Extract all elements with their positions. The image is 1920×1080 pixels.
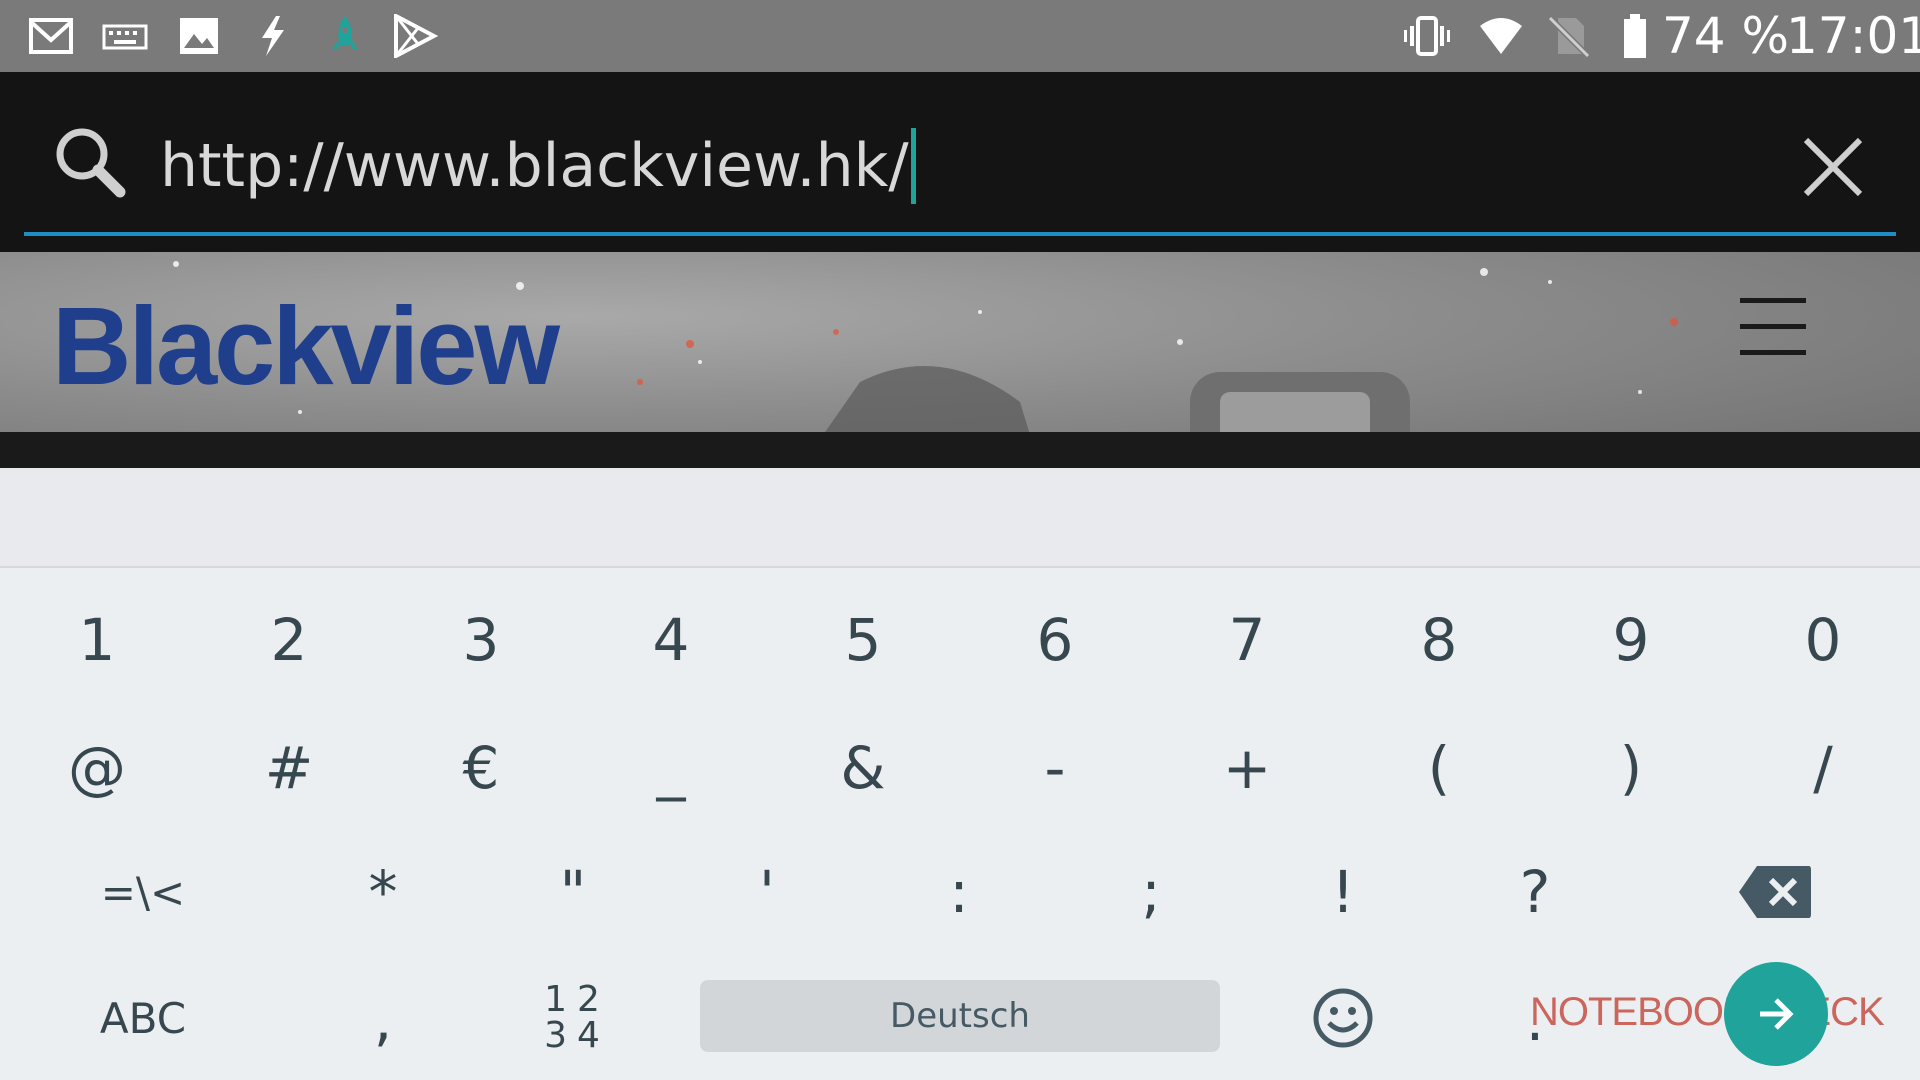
abc-key[interactable]: ABC bbox=[48, 958, 238, 1078]
key-at[interactable]: @ bbox=[2, 708, 192, 828]
clock: 17:01 bbox=[1786, 7, 1920, 65]
key-single-quote[interactable]: ' bbox=[672, 832, 862, 952]
key-8[interactable]: 8 bbox=[1344, 580, 1534, 700]
blackview-logo[interactable]: Blackview bbox=[52, 292, 560, 402]
key-slash[interactable]: / bbox=[1728, 708, 1918, 828]
key-2[interactable]: 2 bbox=[194, 580, 384, 700]
numpad-key[interactable]: 12 34 bbox=[482, 958, 672, 1078]
key-5[interactable]: 5 bbox=[768, 580, 958, 700]
search-icon bbox=[56, 128, 126, 198]
key-hash[interactable]: # bbox=[194, 708, 384, 828]
key-open-paren[interactable]: ( bbox=[1344, 708, 1534, 828]
key-6[interactable]: 6 bbox=[960, 580, 1150, 700]
close-icon[interactable] bbox=[1800, 134, 1866, 200]
no-sim-icon bbox=[1547, 15, 1591, 58]
key-exclamation[interactable]: ! bbox=[1248, 832, 1438, 952]
key-colon[interactable]: : bbox=[864, 832, 1054, 952]
backspace-icon bbox=[1739, 866, 1811, 918]
go-button[interactable] bbox=[1724, 962, 1828, 1066]
gmail-icon bbox=[29, 18, 73, 54]
flash-icon bbox=[262, 16, 284, 56]
play-store-icon bbox=[394, 14, 438, 58]
wifi-icon bbox=[1480, 18, 1522, 54]
suggestion-strip bbox=[0, 468, 1920, 568]
notebookcheck-watermark: NOTEBOOKCHECK bbox=[1530, 990, 1885, 1034]
gallery-icon bbox=[180, 18, 218, 54]
key-more-symbols[interactable]: =\< bbox=[48, 832, 238, 952]
key-asterisk[interactable]: * bbox=[288, 832, 478, 952]
key-ampersand[interactable]: & bbox=[768, 708, 958, 828]
text-caret bbox=[910, 128, 916, 204]
battery-icon bbox=[1624, 14, 1646, 58]
key-close-paren[interactable]: ) bbox=[1536, 708, 1726, 828]
key-euro[interactable]: € bbox=[386, 708, 576, 828]
url-value: http://www.blackview.hk/ bbox=[160, 131, 909, 201]
hamburger-icon[interactable] bbox=[1740, 298, 1806, 358]
key-underscore[interactable]: _ bbox=[576, 708, 766, 828]
vibrate-icon bbox=[1404, 16, 1450, 56]
key-semicolon[interactable]: ; bbox=[1056, 832, 1246, 952]
url-input[interactable]: http://www.blackview.hk/ bbox=[160, 128, 916, 204]
key-question[interactable]: ? bbox=[1440, 832, 1630, 952]
status-bar: 74 % 17:01 bbox=[0, 0, 1920, 72]
space-bar[interactable]: Deutsch bbox=[700, 980, 1220, 1052]
rocket-icon bbox=[332, 16, 358, 50]
smiley-icon bbox=[1313, 988, 1373, 1048]
keyboard-icon bbox=[102, 24, 148, 50]
webpage-preview: Blackview bbox=[0, 252, 1920, 468]
key-9[interactable]: 9 bbox=[1536, 580, 1726, 700]
key-comma[interactable]: , bbox=[288, 960, 478, 1080]
key-1[interactable]: 1 bbox=[2, 580, 192, 700]
emoji-key[interactable] bbox=[1248, 958, 1438, 1078]
url-underline bbox=[24, 232, 1896, 236]
hero-dark-band bbox=[0, 432, 1920, 468]
numpad-key-bottom: 34 bbox=[544, 1015, 610, 1056]
key-4[interactable]: 4 bbox=[576, 580, 766, 700]
backspace-key[interactable] bbox=[1680, 832, 1870, 952]
key-plus[interactable]: + bbox=[1152, 708, 1342, 828]
key-7[interactable]: 7 bbox=[1152, 580, 1342, 700]
arrow-right-icon bbox=[1760, 998, 1794, 1030]
numpad-key-top: 12 bbox=[544, 979, 610, 1020]
key-double-quote[interactable]: " bbox=[478, 832, 668, 952]
key-minus[interactable]: - bbox=[960, 708, 1150, 828]
key-3[interactable]: 3 bbox=[386, 580, 576, 700]
key-0[interactable]: 0 bbox=[1728, 580, 1918, 700]
battery-percent: 74 % bbox=[1662, 7, 1790, 65]
